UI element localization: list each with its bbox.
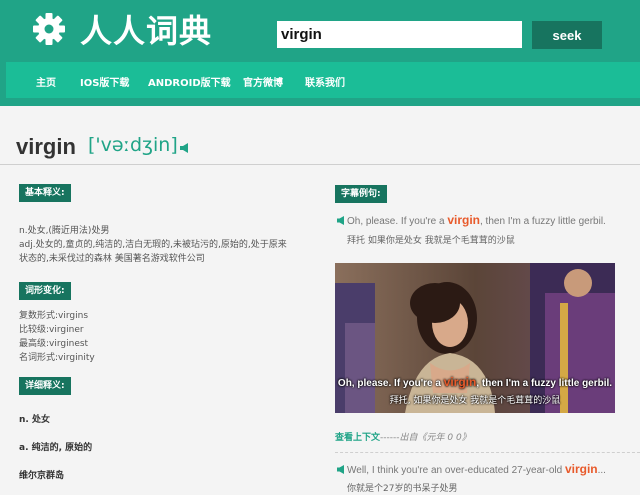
speaker-icon[interactable]: [180, 143, 188, 153]
movie-still-image: [335, 263, 615, 413]
site-header: 人人词典 seek: [0, 0, 640, 62]
word-form-line: 最高级:virginest: [19, 339, 89, 349]
video-subtitle-cn: 拜托, 如果你是处女 我就是个毛茸茸的沙鼠: [389, 396, 561, 406]
phonetic: ['vəːdʒin]: [88, 134, 178, 156]
example-sentence-en: Well, I think you're an over-educated 27…: [347, 462, 606, 476]
example-sentence-cn: 你就是个27岁的书呆子处男: [347, 484, 458, 494]
word-forms-label: 词形变化:: [19, 282, 71, 300]
nav-bar: 主页 IOS版下载 ANDROID版下载 官方微博 联系我们: [0, 62, 640, 106]
subtitle-examples-label: 字幕例句:: [335, 185, 387, 203]
nav-menu: 主页 IOS版下载 ANDROID版下载 官方微博 联系我们: [6, 62, 640, 98]
word-form-line: 名词形式:virginity: [19, 353, 95, 363]
seek-button[interactable]: seek: [532, 21, 602, 49]
view-context-link[interactable]: 查看上下文------出自《元年 0 0》: [335, 430, 471, 443]
detailed-definition-item: a. 纯洁的, 原始的: [19, 443, 93, 453]
speaker-icon[interactable]: [337, 465, 344, 474]
detailed-definition-item: 维尔京群岛: [19, 471, 65, 481]
headword: virgin: [16, 134, 76, 159]
basic-definition-line: 状态的,未采伐过的森林 美国著名游戏软件公司: [19, 254, 205, 264]
basic-definition-label: 基本释义:: [19, 184, 71, 202]
basic-definition-line: n.处女,(腾近用法)处男: [19, 226, 110, 236]
word-form-line: 复数形式:virgins: [19, 311, 89, 321]
example-sentence-cn: 拜托 如果你是处女 我就是个毛茸茸的沙鼠: [347, 236, 515, 246]
highlighted-word: virgin: [564, 462, 598, 476]
header-divider: [0, 164, 640, 165]
context-source: 出自《元年 0 0》: [399, 433, 471, 443]
video-subtitle-en: Oh, please. If you're a virgin, then I'm…: [337, 375, 613, 389]
word-form-line: 比较级:virginer: [19, 325, 84, 335]
speaker-icon[interactable]: [337, 216, 344, 225]
example-divider: [335, 452, 640, 453]
nav-item-ios-download[interactable]: IOS版下载: [80, 74, 129, 89]
nav-item-android-download[interactable]: ANDROID版下载: [148, 74, 231, 89]
detailed-definition-label: 详细释义:: [19, 377, 71, 395]
nav-item-contact[interactable]: 联系我们: [305, 74, 345, 89]
nav-item-home[interactable]: 主页: [36, 74, 56, 89]
logo-text: 人人词典: [80, 12, 213, 50]
video-screenshot[interactable]: Oh, please. If you're a virgin, then I'm…: [335, 263, 615, 413]
nav-item-weibo[interactable]: 官方微博: [243, 74, 283, 89]
detailed-definition-item: n. 处女: [19, 415, 50, 425]
gear-icon: [33, 13, 65, 45]
highlighted-word: virgin: [447, 213, 480, 227]
search-input[interactable]: [277, 21, 522, 48]
basic-definition-line: adj.处女的,童贞的,纯洁的,洁白无瑕的,未被玷污的,原始的,处于原来: [19, 240, 287, 250]
example-sentence-en: Oh, please. If you're a virgin, then I'm…: [347, 213, 606, 227]
logo[interactable]: 人人词典: [32, 8, 212, 50]
